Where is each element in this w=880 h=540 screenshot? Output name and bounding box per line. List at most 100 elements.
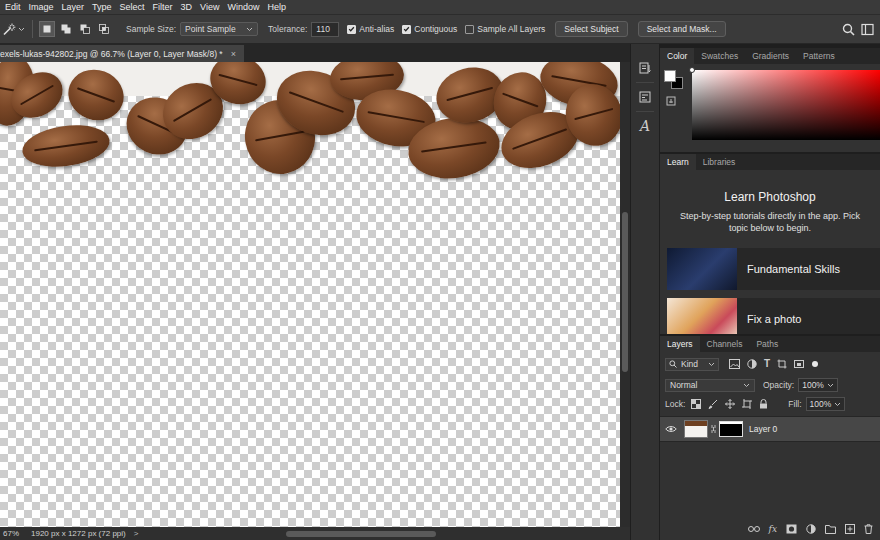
pixel-filter-icon[interactable] <box>729 359 740 369</box>
panel-tabs: LearnLibraries <box>660 154 880 170</box>
fill-field[interactable]: 100% <box>806 397 846 411</box>
tolerance-input[interactable]: 110 <box>311 22 339 37</box>
shape-filter-icon[interactable] <box>777 359 787 369</box>
checkbox[interactable]: Contiguous <box>402 24 457 34</box>
menu-item[interactable]: Type <box>88 0 116 14</box>
panel-tab[interactable]: Swatches <box>694 48 745 64</box>
lock-artboard-icon[interactable] <box>742 399 752 409</box>
filter-icons: T <box>729 359 804 369</box>
sample-size-dropdown[interactable]: Point Sample <box>180 22 258 36</box>
panel-tab[interactable]: Channels <box>700 336 750 352</box>
menu-item[interactable]: Select <box>116 0 149 14</box>
panel-tab[interactable]: Libraries <box>696 154 743 170</box>
learn-panel: LearnLibrariesLearn PhotoshopStep-by-ste… <box>660 154 880 334</box>
properties-button[interactable] <box>634 87 656 107</box>
selection-modes <box>39 21 112 37</box>
layer-thumbnail <box>684 420 708 438</box>
lock-transparency-icon[interactable] <box>691 399 701 409</box>
selection-mode-button[interactable] <box>58 21 74 37</box>
document-title: exels-lukas-942802.jpg @ 66.7% (Layer 0,… <box>0 49 223 59</box>
tutorial-card[interactable]: Fix a photo <box>667 298 880 334</box>
lock-pixels-icon[interactable] <box>708 399 718 409</box>
checkbox[interactable]: Sample All Layers <box>465 24 545 34</box>
adjustment-layer-icon[interactable] <box>806 524 816 534</box>
menu-item[interactable]: 3D <box>177 0 197 14</box>
layer-row[interactable]: Layer 0 <box>660 416 880 442</box>
folder-icon[interactable] <box>825 524 836 534</box>
scroll-thumb[interactable] <box>286 531 436 537</box>
selection-mode-button[interactable] <box>96 21 112 37</box>
visibility-toggle[interactable] <box>660 425 682 433</box>
vertical-scrollbar[interactable] <box>620 62 630 527</box>
document-area: exels-lukas-942802.jpg @ 66.7% (Layer 0,… <box>0 44 630 540</box>
close-tab-button[interactable]: × <box>231 49 236 59</box>
horizontal-scrollbar[interactable] <box>146 529 630 538</box>
selection-mode-button[interactable] <box>77 21 93 37</box>
panel-tab[interactable]: Layers <box>660 336 700 352</box>
checkbox[interactable]: Anti-alias <box>347 24 394 34</box>
color-marker[interactable] <box>689 67 695 73</box>
panel-tab[interactable]: Paths <box>749 336 785 352</box>
menu-item[interactable]: Edit <box>1 0 25 14</box>
panel-tab[interactable]: Learn <box>660 154 696 170</box>
canvas[interactable] <box>0 62 620 527</box>
layer-style-button[interactable]: fx <box>769 524 777 534</box>
add-mask-icon[interactable] <box>786 524 797 534</box>
layer-mask-thumbnail[interactable] <box>719 421 743 437</box>
status-menu-button[interactable]: > <box>134 529 139 538</box>
opacity-field[interactable]: 100% <box>798 378 838 392</box>
menu-item[interactable]: Window <box>223 0 263 14</box>
chevron-down-icon <box>708 362 715 367</box>
lock-position-icon[interactable] <box>725 399 735 409</box>
search-icon[interactable] <box>842 23 855 36</box>
sample-size-value: Point Sample <box>185 24 236 34</box>
panel-tabs: LayersChannelsPaths <box>660 336 880 352</box>
zoom-level[interactable]: 67% <box>0 529 31 538</box>
foreground-color-swatch[interactable] <box>664 70 676 82</box>
menu-item[interactable]: View <box>196 0 223 14</box>
trash-icon[interactable] <box>864 524 873 534</box>
history-button[interactable] <box>634 58 656 78</box>
canvas-row <box>0 62 630 527</box>
tool-preset[interactable] <box>2 22 28 36</box>
color-panel: ColorSwatchesGradientsPatterns <box>660 48 880 152</box>
menu-item[interactable]: Image <box>25 0 58 14</box>
scroll-thumb[interactable] <box>622 212 628 372</box>
chevron-down-icon <box>18 27 25 32</box>
type-filter-icon[interactable]: T <box>764 359 770 369</box>
tutorial-card[interactable]: Fundamental Skills <box>667 248 880 290</box>
blend-mode-dropdown[interactable]: Normal <box>665 379 755 392</box>
layer-filter-row: Kind T <box>660 356 880 372</box>
tutorial-thumbnail <box>667 298 737 334</box>
menu-item[interactable]: Layer <box>58 0 89 14</box>
lock-all-icon[interactable] <box>759 399 768 409</box>
sample-size-label: Sample Size: <box>126 24 176 34</box>
opacity-value: 100% <box>802 380 824 390</box>
selection-mode-button[interactable] <box>39 21 55 37</box>
chevron-down-icon <box>834 402 841 407</box>
panel-tab[interactable]: Gradients <box>745 48 796 64</box>
panel-tabs: ColorSwatchesGradientsPatterns <box>660 48 880 64</box>
link-layers-icon[interactable] <box>748 525 760 533</box>
panel-tab[interactable]: Color <box>660 48 694 64</box>
mask-link-icon[interactable] <box>711 424 716 434</box>
option-button[interactable]: Select and Mask... <box>638 21 726 37</box>
search-icon <box>669 360 677 368</box>
menu-item[interactable]: Help <box>263 0 290 14</box>
menu-item[interactable]: Filter <box>149 0 177 14</box>
filter-kind-dropdown[interactable]: Kind <box>665 358 719 371</box>
smart-object-filter-icon[interactable] <box>794 359 804 369</box>
adjustment-filter-icon[interactable] <box>747 359 757 369</box>
color-field[interactable] <box>692 70 880 140</box>
new-layer-icon[interactable] <box>845 524 855 534</box>
option-button[interactable]: Select Subject <box>555 21 627 37</box>
options-bar: Sample Size:Point SampleTolerance:110Ant… <box>0 14 880 44</box>
document-tab[interactable]: exels-lukas-942802.jpg @ 66.7% (Layer 0,… <box>0 45 244 62</box>
swap-colors-icon[interactable] <box>666 96 676 106</box>
filter-toggle[interactable] <box>812 361 818 367</box>
glyphs-button[interactable]: A <box>634 116 656 136</box>
workspace-icon[interactable] <box>861 23 874 36</box>
chevron-down-icon <box>743 383 750 388</box>
panel-tab[interactable]: Patterns <box>796 48 842 64</box>
lock-icons <box>691 399 768 409</box>
